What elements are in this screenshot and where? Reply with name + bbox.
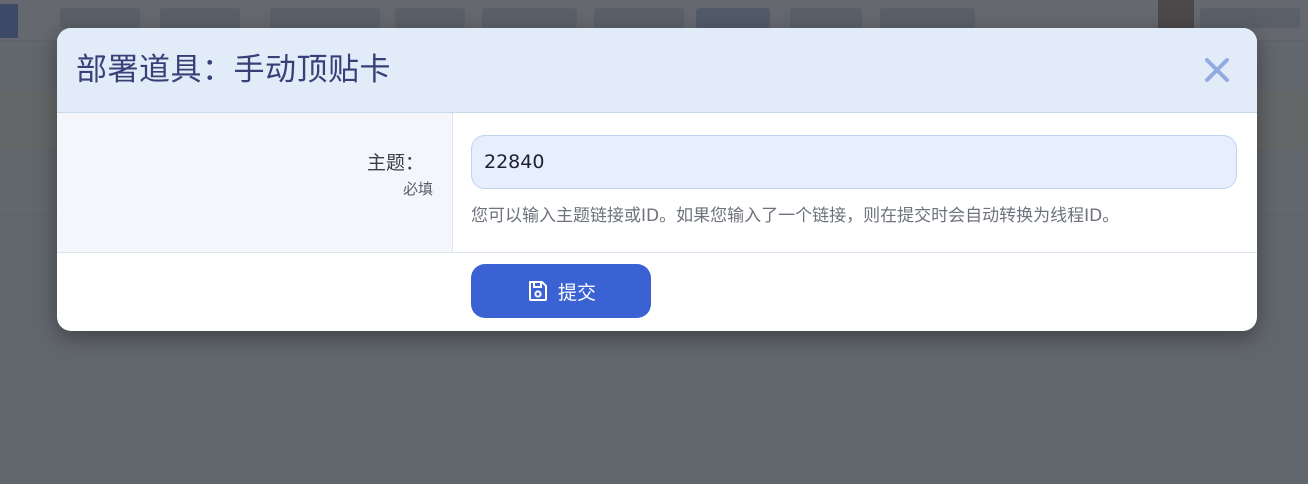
close-icon [1205,58,1229,82]
close-button[interactable] [1203,56,1231,84]
topic-label-cell: 主题： 必填 [57,113,453,252]
topic-help-text: 您可以输入主题链接或ID。如果您输入了一个链接，则在提交时会自动转换为线程ID。 [471,206,1120,226]
required-label: 必填 [402,180,433,198]
topic-input[interactable] [471,135,1237,189]
dialog-header: 部署道具：手动顶贴卡 [57,28,1257,113]
deploy-item-dialog: 部署道具：手动顶贴卡 主题： 必填 您可以输入主题链接或ID。如果您输入了一个链… [57,28,1257,331]
save-icon [528,281,547,301]
topic-form-row: 主题： 必填 您可以输入主题链接或ID。如果您输入了一个链接，则在提交时会自动转… [57,113,1257,253]
topic-label: 主题： [366,152,424,174]
submit-label: 提交 [557,281,596,304]
submit-button[interactable]: 提交 [471,264,651,318]
dialog-title: 部署道具：手动顶贴卡 [76,52,391,88]
